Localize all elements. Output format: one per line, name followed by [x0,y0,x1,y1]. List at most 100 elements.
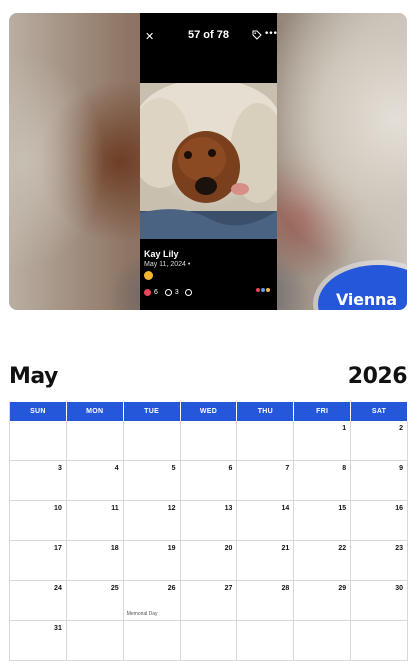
calendar-day-cell: 12 [123,501,181,541]
calendar-day-cell: 20 [180,541,238,581]
day-number: 14 [281,505,290,512]
name-badge-label: Vienna [336,290,397,309]
weekday-header: WED [180,402,238,421]
calendar-day-cell: 26 Memorial Day [123,581,181,621]
calendar-day-cell: 1 [294,421,352,461]
calendar-day-cell [10,421,67,461]
weekday-header: FRI [294,402,352,421]
day-number: 18 [110,545,119,552]
weekday-header: SAT [351,402,408,421]
calendar-day-cell: 4 [66,461,124,501]
calendar-day-cell: 21 [237,541,295,581]
day-number: 23 [395,545,403,552]
more-icon[interactable]: ••• [264,29,278,39]
day-number: 28 [281,585,290,592]
post-date: May 11, 2024 • [144,261,191,268]
calendar-day-cell: 10 [10,501,67,541]
day-number: 30 [395,585,403,592]
calendar-day-cell: 6 [180,461,238,501]
weekday-header: MON [66,402,124,421]
day-number: 8 [342,465,347,472]
reaction-bar: 6 3 [144,287,192,297]
year-title: 2026 [347,364,408,389]
calendar-day-cell [294,621,352,661]
comment-count: 3 [174,288,179,296]
calendar-day-cell: 8 [294,461,352,501]
day-number: 24 [54,585,62,592]
calendar-day-cell: 2 [351,421,408,461]
calendar-day-cell: 28 [237,581,295,621]
holiday-label: Memorial Day [126,611,158,617]
post-author[interactable]: Kay Lily [144,249,179,259]
tag-icon[interactable] [252,30,262,40]
calendar-day-cell: 7 [237,461,295,501]
calendar-grid: SUN MON TUE WED THU FRI SAT 1 2 3 4 5 6 7 8 9 10 11 12 13 14… [9,402,408,661]
day-number: 15 [338,505,347,512]
calendar-day-cell [66,421,124,461]
calendar-day-cell [351,621,408,661]
calendar-day-cell: 19 [123,541,181,581]
day-number: 16 [395,505,403,512]
day-number: 21 [281,545,290,552]
calendar-day-cell: 15 [294,501,352,541]
calendar-day-cell: 16 [351,501,408,541]
month-title: May [9,364,58,389]
comment-icon[interactable] [164,288,172,296]
calendar-day-cell: 31 [10,621,67,661]
calendar-day-cell [66,621,124,661]
day-number: 7 [285,465,290,472]
day-number: 6 [228,465,233,472]
day-number: 5 [171,465,176,472]
day-number: 11 [111,505,119,512]
calendar-day-cell: 11 [66,501,124,541]
day-number: 31 [54,625,62,632]
reactor-avatars[interactable] [255,287,271,293]
day-number: 10 [54,505,62,512]
day-number: 12 [167,505,176,512]
calendar-day-cell: 30 [351,581,408,621]
calendar-day-cell: 14 [237,501,295,541]
emoji-reaction [144,271,153,280]
day-number: 22 [338,545,347,552]
calendar-day-cell: 5 [123,461,181,501]
calendar-day-cell [180,421,238,461]
share-icon[interactable] [184,288,192,296]
calendar-day-cell: 3 [10,461,67,501]
calendar-day-cell [180,621,238,661]
calendar-day-cell: 22 [294,541,352,581]
day-number: 26 [167,585,176,592]
name-badge: Vienna [318,265,407,310]
day-number: 3 [57,465,62,472]
calendar-day-cell: 24 [10,581,67,621]
calendar-day-cell: 9 [351,461,408,501]
calendar-day-cell: 29 [294,581,352,621]
day-number: 19 [167,545,176,552]
calendar-day-cell: 23 [351,541,408,581]
calendar-day-cell: 17 [10,541,67,581]
calendar-day-cell [123,621,181,661]
weekday-header: THU [237,402,295,421]
weekday-header: SUN [10,402,67,421]
dog-photo [140,83,277,239]
day-number: 20 [224,545,233,552]
phone-screenshot: ✕ 57 of 78 ••• Kay Lily May 11, 2024 • 6… [140,13,278,310]
day-number: 29 [338,585,347,592]
calendar-day-cell [123,421,181,461]
heart-icon[interactable] [144,288,151,296]
calendar-day-cell: 25 [66,581,124,621]
day-number: 9 [399,465,403,472]
weekday-header: TUE [123,402,181,421]
day-number: 25 [110,585,119,592]
day-number: 27 [224,585,233,592]
day-number: 13 [224,505,233,512]
day-number: 17 [54,545,62,552]
calendar-day-cell [237,421,295,461]
calendar-day-cell: 27 [180,581,238,621]
day-number: 1 [342,425,347,432]
calendar-day-cell [237,621,295,661]
day-number: 4 [114,465,119,472]
avatar [265,287,271,293]
calendar-day-cell: 13 [180,501,238,541]
day-number: 2 [399,425,403,432]
like-count: 6 [154,288,158,296]
